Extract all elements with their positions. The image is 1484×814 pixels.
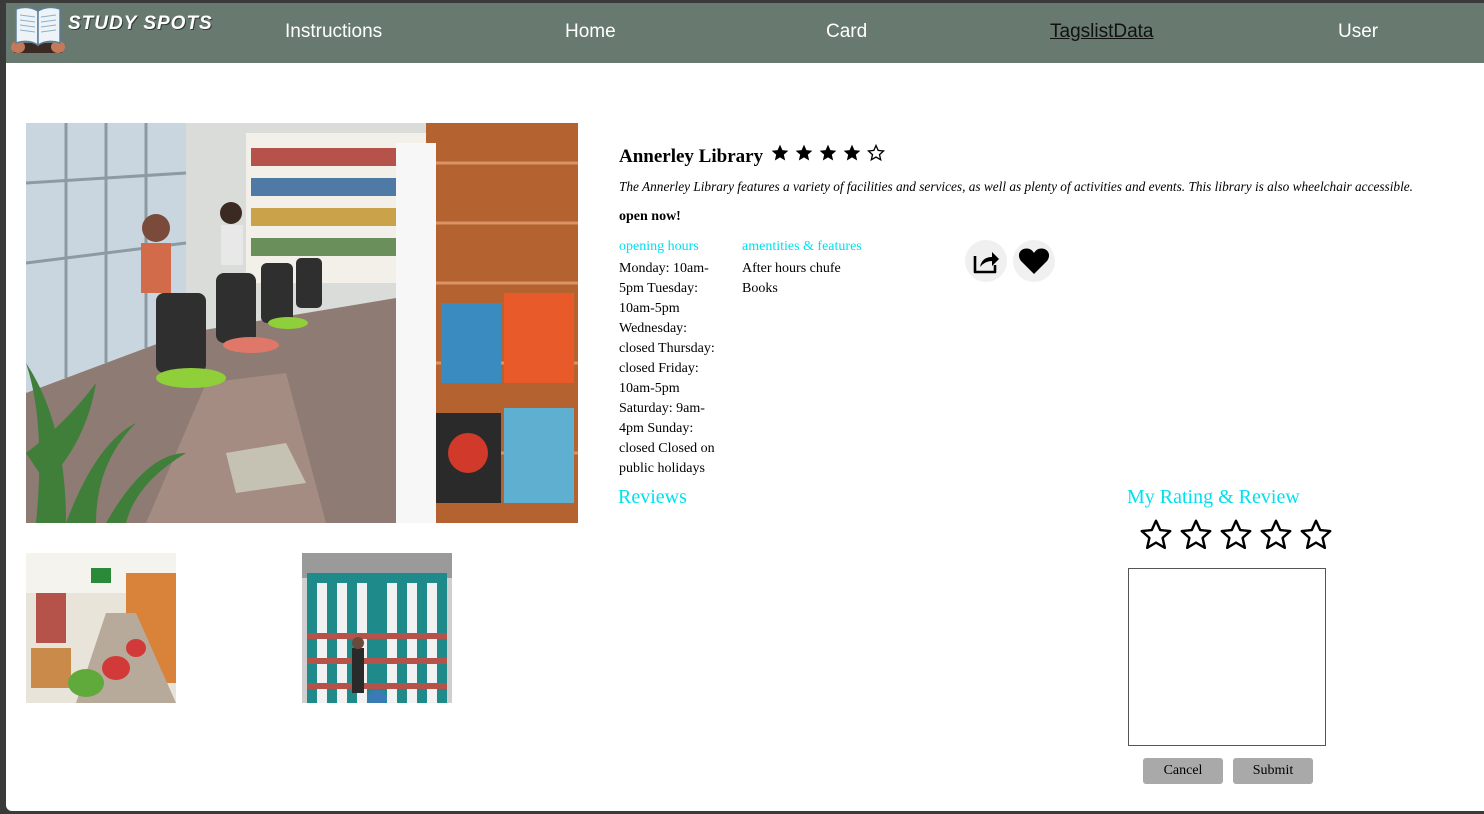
share-button[interactable] [965,240,1007,282]
nav-tagslistdata[interactable]: TagslistData [1050,21,1154,43]
logo[interactable]: STUDY SPOTS [8,3,223,58]
star-filled-icon [795,144,813,161]
favorite-button[interactable] [1013,240,1055,282]
share-icon [973,252,999,274]
feature-item: After hours chufe [742,261,841,276]
library-thumbnail-2[interactable] [302,553,452,703]
opening-hours-text: Monday: 10am-5pm Tuesday: 10am-5pm Wedne… [619,261,715,476]
star-filled-icon [843,144,861,161]
nav-user[interactable]: User [1338,21,1378,43]
star-outline-icon[interactable] [1138,517,1174,553]
submit-button[interactable]: Submit [1233,758,1313,784]
library-name: Annerley Library [619,146,764,167]
my-rating-stars [1138,517,1334,553]
library-rating [770,143,886,163]
features-list: After hours chufe Books [742,259,841,299]
library-main-photo [26,123,578,523]
nav-home[interactable]: Home [565,21,616,43]
top-nav: STUDY SPOTS Instructions Home Card Tagsl… [6,3,1484,63]
my-review-heading: My Rating & Review [1127,486,1300,508]
open-status: open now! [619,209,681,224]
library-thumbnail-1[interactable] [26,553,176,703]
star-outline-icon[interactable] [1298,517,1334,553]
reviews-heading: Reviews [618,486,687,508]
opening-hours-heading: opening hours [619,239,699,254]
star-outline-icon[interactable] [1218,517,1254,553]
feature-item: Books [742,281,778,296]
review-textarea[interactable] [1128,568,1326,746]
heart-icon [1018,248,1050,274]
star-filled-icon [819,144,837,161]
cancel-button[interactable]: Cancel [1143,758,1223,784]
star-filled-icon [771,144,789,161]
nav-card[interactable]: Card [826,21,867,43]
book-icon [11,6,65,53]
library-description: The Annerley Library features a variety … [619,179,1413,194]
star-outline-icon[interactable] [1258,517,1294,553]
page: STUDY SPOTS Instructions Home Card Tagsl… [6,3,1484,811]
nav-instructions[interactable]: Instructions [285,21,382,43]
features-heading: amentities & features [742,239,862,254]
star-outline-icon[interactable] [1178,517,1214,553]
logo-text: STUDY SPOTS [68,13,213,34]
star-outline-icon [866,143,886,162]
